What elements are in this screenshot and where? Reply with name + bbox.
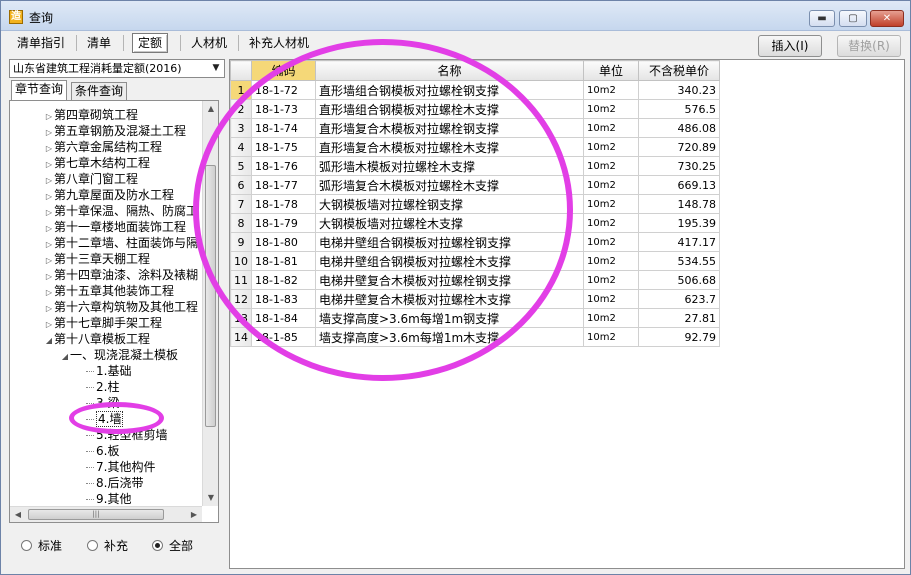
table-row[interactable]: 6 18-1-77 弧形墙复合木模板对拉螺栓木支撑 10m2 669.13 — [230, 175, 720, 195]
tree-item[interactable]: ▷ 第八章门窗工程 — [44, 171, 138, 187]
insert-button[interactable]: 插入(I) — [758, 35, 822, 57]
scroll-thumb[interactable]: ||| — [28, 509, 164, 520]
tree-item[interactable]: ▷ 第五章钢筋及混凝土工程 — [44, 123, 186, 139]
tab-quota[interactable]: 定额 — [132, 33, 169, 53]
toolbar-separator — [76, 35, 77, 51]
tree-item[interactable]: ▷ 第十二章墙、柱面装饰与隔 — [44, 235, 198, 251]
table-row[interactable]: 14 18-1-85 墙支撑高度>3.6m每增1m木支撑 10m2 92.79 — [230, 327, 720, 347]
collapse-icon[interactable]: ◢ — [44, 333, 54, 349]
tab-list[interactable]: 清单 — [81, 33, 117, 53]
tree-item[interactable]: 2.柱 — [86, 379, 119, 395]
replace-button[interactable]: 替换(R) — [837, 35, 901, 57]
scroll-left-icon[interactable]: ◀ — [10, 507, 26, 523]
table-row[interactable]: 7 18-1-78 大钢模板墙对拉螺栓钢支撑 10m2 148.78 — [230, 194, 720, 214]
scroll-up-icon[interactable]: ▲ — [203, 101, 219, 117]
collapse-icon[interactable]: ◢ — [60, 349, 70, 365]
tree-item[interactable]: ◢ 第十八章模板工程 — [44, 331, 150, 347]
tree-item-selected[interactable]: 4.墙 — [86, 411, 124, 427]
tree-horizontal-scrollbar[interactable]: ◀ ||| ▶ — [10, 506, 202, 522]
quota-library-select[interactable]: 山东省建筑工程消耗量定额(2016) ▼ — [9, 59, 225, 78]
quota-grid: 编码 名称 单位 不含税单价 1 18-1-72 直形墙组合钢模板对拉螺栓钢支撑 10… — [229, 59, 905, 569]
quota-table: 编码 名称 单位 不含税单价 1 18-1-72 直形墙组合钢模板对拉螺栓钢支撑 10… — [230, 60, 720, 347]
table-row[interactable]: 11 18-1-82 电梯井壁复合木模板对拉螺栓钢支撑 10m2 506.68 — [230, 270, 720, 290]
tab-supplementary-lmm[interactable]: 补充人材机 — [243, 33, 315, 53]
column-header-unit[interactable]: 单位 — [583, 60, 639, 81]
tree-item[interactable]: ▷ 第七章木结构工程 — [44, 155, 150, 171]
table-row[interactable]: 4 18-1-75 直形墙复合木模板对拉螺栓木支撑 10m2 720.89 — [230, 137, 720, 157]
table-row[interactable]: 5 18-1-76 弧形墙木模板对拉螺栓木支撑 10m2 730.25 — [230, 156, 720, 176]
column-header-price[interactable]: 不含税单价 — [638, 60, 720, 81]
toolbar-separator — [238, 35, 239, 51]
tree-item[interactable]: ▷ 第九章屋面及防水工程 — [44, 187, 174, 203]
column-header-name[interactable]: 名称 — [315, 60, 584, 81]
tab-labor-material-machine[interactable]: 人材机 — [185, 33, 233, 53]
tree-item[interactable]: 1.基础 — [86, 363, 131, 379]
maximize-icon[interactable]: ▢ — [839, 10, 867, 27]
column-header-rownum — [230, 60, 252, 81]
query-window: 造 查询 ▬ ▢ ✕ 清单指引 清单 定额 人材机 补充人材机 插入(I) 替换… — [0, 0, 911, 575]
table-row[interactable]: 12 18-1-83 电梯井壁复合木模板对拉螺栓木支撑 10m2 623.7 — [230, 289, 720, 309]
tab-list-guide[interactable]: 清单指引 — [11, 33, 71, 53]
tree-item[interactable]: 8.后浇带 — [86, 475, 143, 491]
table-row[interactable]: 9 18-1-80 电梯井壁组合钢模板对拉螺栓钢支撑 10m2 417.17 — [230, 232, 720, 252]
table-row[interactable]: 13 18-1-84 墙支撑高度>3.6m每增1m钢支撑 10m2 27.81 — [230, 308, 720, 328]
radio-icon[interactable] — [21, 540, 32, 551]
tree-item[interactable]: ▷ 第四章砌筑工程 — [44, 107, 138, 123]
scroll-down-icon[interactable]: ▼ — [203, 490, 219, 506]
radio-supplementary[interactable]: 补充 — [87, 538, 128, 554]
tree-item[interactable]: 9.其他 — [86, 491, 131, 507]
tree-item[interactable]: 3.梁 — [86, 395, 119, 411]
tree-item[interactable]: ▷ 第十章保温、隔热、防腐工 — [44, 203, 198, 219]
table-row[interactable]: 2 18-1-73 直形墙组合钢模板对拉螺栓木支撑 10m2 576.5 — [230, 99, 720, 119]
tab-condition-query[interactable]: 条件查询 — [71, 82, 128, 100]
tree-item[interactable]: ▷ 第十五章其他装饰工程 — [44, 283, 174, 299]
scroll-thumb[interactable] — [205, 165, 216, 427]
table-header-row: 编码 名称 单位 不含税单价 — [230, 60, 720, 81]
tree-item[interactable]: 5.轻型框剪墙 — [86, 427, 167, 443]
title-bar[interactable]: 造 查询 ▬ ▢ ✕ — [1, 1, 910, 31]
column-header-code[interactable]: 编码 — [251, 60, 316, 81]
tree-item[interactable]: ▷ 第六章金属结构工程 — [44, 139, 162, 155]
chevron-down-icon[interactable]: ▼ — [208, 60, 224, 77]
toolbar-separator — [123, 35, 124, 51]
tree-item[interactable]: ▷ 第十一章楼地面装饰工程 — [44, 219, 186, 235]
minimize-icon[interactable]: ▬ — [809, 10, 835, 27]
tree-item[interactable]: ▷ 第十四章油漆、涂料及裱糊 — [44, 267, 198, 283]
toolbar-separator — [180, 35, 181, 51]
tree-item[interactable]: 6.板 — [86, 443, 119, 459]
chapter-tree: ▷ 第四章砌筑工程 ▷ 第五章钢筋及混凝土工程 ▷ 第六章金属结构工程 ▷ 第七章木结构… — [9, 100, 219, 523]
quota-library-value: 山东省建筑工程消耗量定额(2016) — [13, 62, 182, 75]
tree-item[interactable]: ◢ 一、现浇混凝土模板 — [60, 347, 178, 363]
close-icon[interactable]: ✕ — [870, 10, 904, 27]
radio-all[interactable]: 全部 — [152, 538, 193, 554]
tree-item[interactable]: ▷ 第十六章构筑物及其他工程 — [44, 299, 198, 315]
scroll-right-icon[interactable]: ▶ — [186, 507, 202, 523]
tab-chapter-query[interactable]: 章节查询 — [11, 80, 68, 100]
tree-item[interactable]: 7.其他构件 — [86, 459, 155, 475]
table-row[interactable]: 1 18-1-72 直形墙组合钢模板对拉螺栓钢支撑 10m2 340.23 — [230, 80, 720, 100]
tree-item[interactable]: ▷ 第十七章脚手架工程 — [44, 315, 162, 331]
table-row[interactable]: 3 18-1-74 直形墙复合木模板对拉螺栓钢支撑 10m2 486.08 — [230, 118, 720, 138]
radio-icon[interactable] — [152, 540, 163, 551]
table-row[interactable]: 10 18-1-81 电梯井壁组合钢模板对拉螺栓木支撑 10m2 534.55 — [230, 251, 720, 271]
radio-icon[interactable] — [87, 540, 98, 551]
tree-vertical-scrollbar[interactable]: ▲ ▼ — [202, 101, 218, 506]
tree-item[interactable]: ▷ 第十三章天棚工程 — [44, 251, 150, 267]
window-title: 查询 — [29, 11, 54, 25]
radio-standard[interactable]: 标准 — [21, 538, 62, 554]
table-row[interactable]: 8 18-1-79 大钢模板墙对拉螺栓木支撑 10m2 195.39 — [230, 213, 720, 233]
app-icon: 造 — [9, 10, 23, 24]
